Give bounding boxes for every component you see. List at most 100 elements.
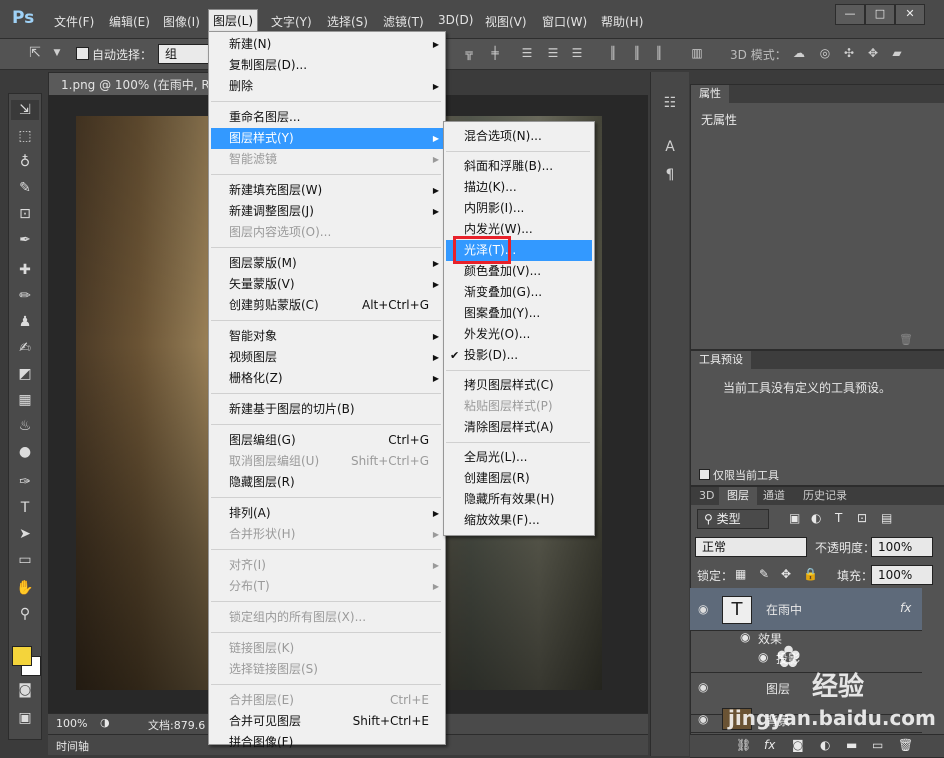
menu-item[interactable]: 斜面和浮雕(B)...	[446, 156, 592, 177]
add-style-icon[interactable]: fx	[764, 738, 775, 752]
roll-3d-icon[interactable]: ◎	[818, 46, 832, 60]
pan-3d-icon[interactable]: ✣	[842, 46, 856, 60]
type-tool-icon[interactable]: T	[11, 498, 39, 518]
auto-select-dropdown[interactable]: 组	[158, 44, 210, 64]
distribute-vcenter-icon[interactable]: ☰	[546, 46, 560, 60]
menu-item[interactable]: 智能对象 ▶	[211, 326, 443, 347]
quick-mask-icon[interactable]: ◙	[11, 680, 39, 700]
visibility-eye-icon[interactable]: ◉	[698, 602, 712, 616]
layer-row-text[interactable]: ◉ T 在雨中 fx	[690, 588, 922, 631]
stamp-tool-icon[interactable]: ♟	[11, 312, 39, 332]
zoom-level[interactable]: 100%	[56, 717, 87, 730]
dodge-tool-icon[interactable]: ●	[11, 442, 39, 462]
menu-help[interactable]: 帮助(H)	[599, 13, 645, 30]
menu-item[interactable]: 排列(A) ▶	[211, 503, 443, 524]
new-layer-icon[interactable]: ▭	[872, 738, 883, 752]
menu-item[interactable]: 外发光(O)...	[446, 324, 592, 345]
shape-tool-icon[interactable]: ▭	[11, 550, 39, 570]
rotate-3d-icon[interactable]: ☁	[792, 46, 806, 60]
adjustment-layer-icon[interactable]: ◐	[820, 738, 830, 752]
menu-3d[interactable]: 3D(D)	[436, 13, 475, 27]
menu-view[interactable]: 视图(V)	[483, 13, 529, 30]
effects-eye-icon[interactable]: ◉	[740, 630, 750, 644]
effects-row[interactable]: ◉ 效果	[690, 630, 922, 650]
menu-item[interactable]: 矢量蒙版(V) ▶	[211, 274, 443, 295]
scale-3d-icon[interactable]: ▰	[890, 46, 904, 60]
brush-tool-icon[interactable]: ✏	[11, 286, 39, 306]
healing-tool-icon[interactable]: ✚	[11, 260, 39, 280]
timeline-label[interactable]: 时间轴	[56, 738, 89, 754]
history-brush-icon[interactable]: ✍	[11, 338, 39, 358]
menu-item[interactable]: 缩放效果(F)...	[446, 510, 592, 531]
filter-pixel-icon[interactable]: ▣	[789, 511, 800, 525]
visibility-eye-icon[interactable]: ◉	[698, 712, 712, 726]
filter-type-icon[interactable]: T	[835, 511, 842, 525]
menu-item[interactable]: 清除图层样式(A)	[446, 417, 592, 438]
menu-edit[interactable]: 编辑(E)	[107, 13, 152, 30]
menu-file[interactable]: 文件(F)	[52, 13, 96, 30]
move-tool-icon[interactable]: ⇱	[28, 46, 42, 60]
filter-adjust-icon[interactable]: ◐	[811, 511, 821, 525]
distribute-bottom-icon[interactable]: ☰	[570, 46, 584, 60]
menu-item[interactable]: 新建调整图层(J) ▶	[211, 201, 443, 222]
distribute-right-icon[interactable]: ║	[652, 46, 666, 60]
drop-shadow-eye-icon[interactable]: ◉	[758, 650, 768, 664]
hand-tool-icon[interactable]: ✋	[11, 578, 39, 598]
menu-item[interactable]: 创建图层(R)	[446, 468, 592, 489]
menu-type[interactable]: 文字(Y)	[269, 13, 314, 30]
lock-pixels-icon[interactable]: ✎	[759, 567, 769, 581]
menu-item[interactable]: 创建剪贴蒙版(C) Alt+Ctrl+G	[211, 295, 443, 316]
delete-layer-icon[interactable]: 🗑	[898, 738, 913, 752]
quick-select-tool-icon[interactable]: ✎	[11, 178, 39, 198]
lock-position-icon[interactable]: ✥	[781, 567, 791, 581]
menu-item[interactable]: 拼合图像(F)	[211, 732, 443, 753]
menu-item[interactable]: 新建基于图层的切片(B)	[211, 399, 443, 420]
layer-name[interactable]: 在雨中	[766, 601, 802, 618]
menu-item[interactable]: 混合选项(N)...	[446, 126, 592, 147]
menu-item[interactable]: 拷贝图层样式(C)	[446, 375, 592, 396]
crop-tool-icon[interactable]: ⊡	[11, 204, 39, 224]
gradient-tool-icon[interactable]: ▦	[11, 390, 39, 410]
menu-item[interactable]: 图层蒙版(M) ▶	[211, 253, 443, 274]
trash-icon[interactable]: 🗑	[899, 333, 913, 346]
align-top-icon[interactable]: ╦	[462, 46, 476, 60]
eraser-tool-icon[interactable]: ◩	[11, 364, 39, 384]
menu-item[interactable]: 新建填充图层(W) ▶	[211, 180, 443, 201]
tab-properties[interactable]: 属性	[691, 85, 729, 103]
menu-filter[interactable]: 滤镜(T)	[381, 13, 426, 30]
minimize-button[interactable]: —	[835, 4, 865, 25]
menu-item[interactable]: 图层编组(G) Ctrl+G	[211, 430, 443, 451]
filter-smart-icon[interactable]: ▤	[881, 511, 892, 525]
opacity-input[interactable]: 100%	[871, 537, 933, 557]
tab-history[interactable]: 历史记录	[795, 487, 855, 505]
slide-3d-icon[interactable]: ✥	[866, 46, 880, 60]
menu-item[interactable]: 渐变叠加(G)...	[446, 282, 592, 303]
pen-tool-icon[interactable]: ✑	[11, 472, 39, 492]
restore-button[interactable]: □	[865, 4, 895, 25]
menu-item[interactable]: 新建(N) ▶	[211, 34, 443, 55]
menu-item[interactable]: 内阴影(I)...	[446, 198, 592, 219]
menu-item[interactable]: 视频图层 ▶	[211, 347, 443, 368]
layer-name[interactable]: 图层	[766, 680, 790, 697]
add-mask-icon[interactable]: ◙	[792, 738, 804, 752]
fill-input[interactable]: 100%	[871, 565, 933, 585]
drop-shadow-row[interactable]: ◉ 投影	[690, 650, 922, 673]
align-vcenter-icon[interactable]: ╪	[488, 46, 502, 60]
tab-tool-presets[interactable]: 工具预设	[691, 351, 751, 369]
path-select-tool-icon[interactable]: ➤	[11, 524, 39, 544]
auto-align-icon[interactable]: ▥	[690, 46, 704, 60]
menu-item[interactable]: 描边(K)...	[446, 177, 592, 198]
status-info-icon[interactable]: ◑	[100, 716, 110, 729]
layer-filter-dropdown[interactable]: ⚲ 类型	[697, 509, 769, 529]
distribute-hcenter-icon[interactable]: ║	[630, 46, 644, 60]
blur-tool-icon[interactable]: ♨	[11, 416, 39, 436]
move-tool-icon[interactable]: ⇲	[11, 100, 39, 120]
menu-item[interactable]: 颜色叠加(V)...	[446, 261, 592, 282]
screen-mode-icon[interactable]: ▣	[11, 708, 39, 728]
menu-image[interactable]: 图像(I)	[161, 13, 202, 30]
blend-mode-dropdown[interactable]: 正常	[695, 537, 807, 557]
distribute-left-icon[interactable]: ║	[606, 46, 620, 60]
lock-all-icon[interactable]: 🔒	[803, 567, 818, 581]
menu-item[interactable]: 删除 ▶	[211, 76, 443, 97]
menu-item[interactable]: 复制图层(D)...	[211, 55, 443, 76]
